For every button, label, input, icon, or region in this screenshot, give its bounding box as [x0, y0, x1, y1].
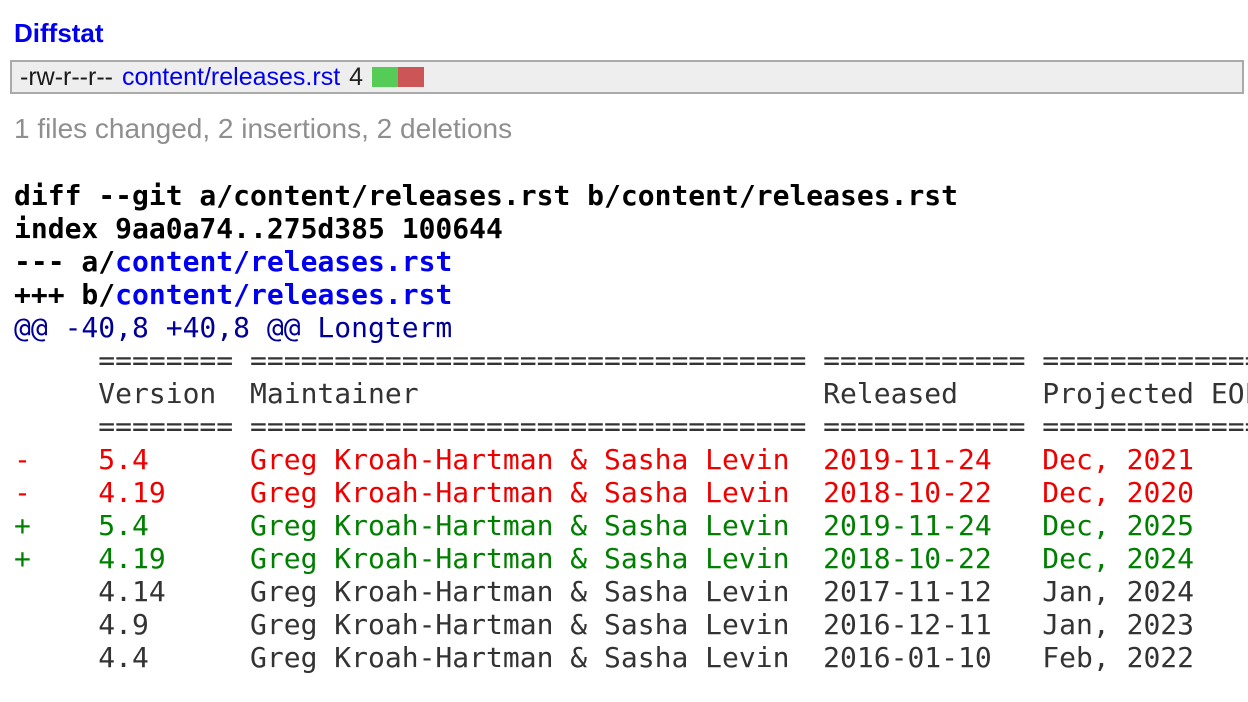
added-line: + 5.4 Greg Kroah-Hartman & Sasha Levin 2…	[14, 509, 1248, 542]
diffstat-graph	[372, 67, 424, 87]
hunk-header-line: @@ -40,8 +40,8 @@ Longterm	[14, 311, 1248, 344]
context-line: 4.4 Greg Kroah-Hartman & Sasha Levin 201…	[14, 641, 1248, 674]
context-line: Version Maintainer Released Projected EO…	[14, 377, 1248, 410]
new-file-path-link[interactable]: content/releases.rst	[115, 278, 452, 311]
context-line: ======== ===============================…	[14, 410, 1248, 443]
diff-new-file-line: +++ b/content/releases.rst	[14, 278, 1248, 311]
diffstat-file-row: -rw-r--r-- content/releases.rst 4	[10, 60, 1244, 94]
context-line: 4.14 Greg Kroah-Hartman & Sasha Levin 20…	[14, 575, 1248, 608]
diffstat-summary: 1 files changed, 2 insertions, 2 deletio…	[14, 112, 1248, 146]
added-line: + 4.19 Greg Kroah-Hartman & Sasha Levin …	[14, 542, 1248, 575]
diffstat-graph-add	[372, 67, 398, 87]
old-file-path-link[interactable]: content/releases.rst	[115, 245, 452, 278]
context-line: ======== ===============================…	[14, 344, 1248, 377]
diffstat-link[interactable]: Diffstat	[14, 18, 104, 48]
diff-git-line: diff --git a/content/releases.rst b/cont…	[14, 179, 1248, 212]
new-file-prefix: +++ b/	[14, 278, 115, 311]
file-path-link[interactable]: content/releases.rst	[122, 66, 340, 88]
deleted-line: - 5.4 Greg Kroah-Hartman & Sasha Levin 2…	[14, 443, 1248, 476]
diffstat-section-header: Diffstat	[14, 18, 1248, 48]
changed-lines-count: 4	[349, 66, 363, 88]
file-mode: -rw-r--r--	[20, 66, 113, 88]
deleted-line: - 4.19 Greg Kroah-Hartman & Sasha Levin …	[14, 476, 1248, 509]
diff-old-file-line: --- a/content/releases.rst	[14, 245, 1248, 278]
commit-diff-page: Diffstat -rw-r--r-- content/releases.rst…	[0, 18, 1248, 674]
diffstat-graph-del	[398, 67, 424, 87]
old-file-prefix: --- a/	[14, 245, 115, 278]
diff-index-line: index 9aa0a74..275d385 100644	[14, 212, 1248, 245]
diff-content: diff --git a/content/releases.rst b/cont…	[0, 179, 1248, 674]
context-line: 4.9 Greg Kroah-Hartman & Sasha Levin 201…	[14, 608, 1248, 641]
